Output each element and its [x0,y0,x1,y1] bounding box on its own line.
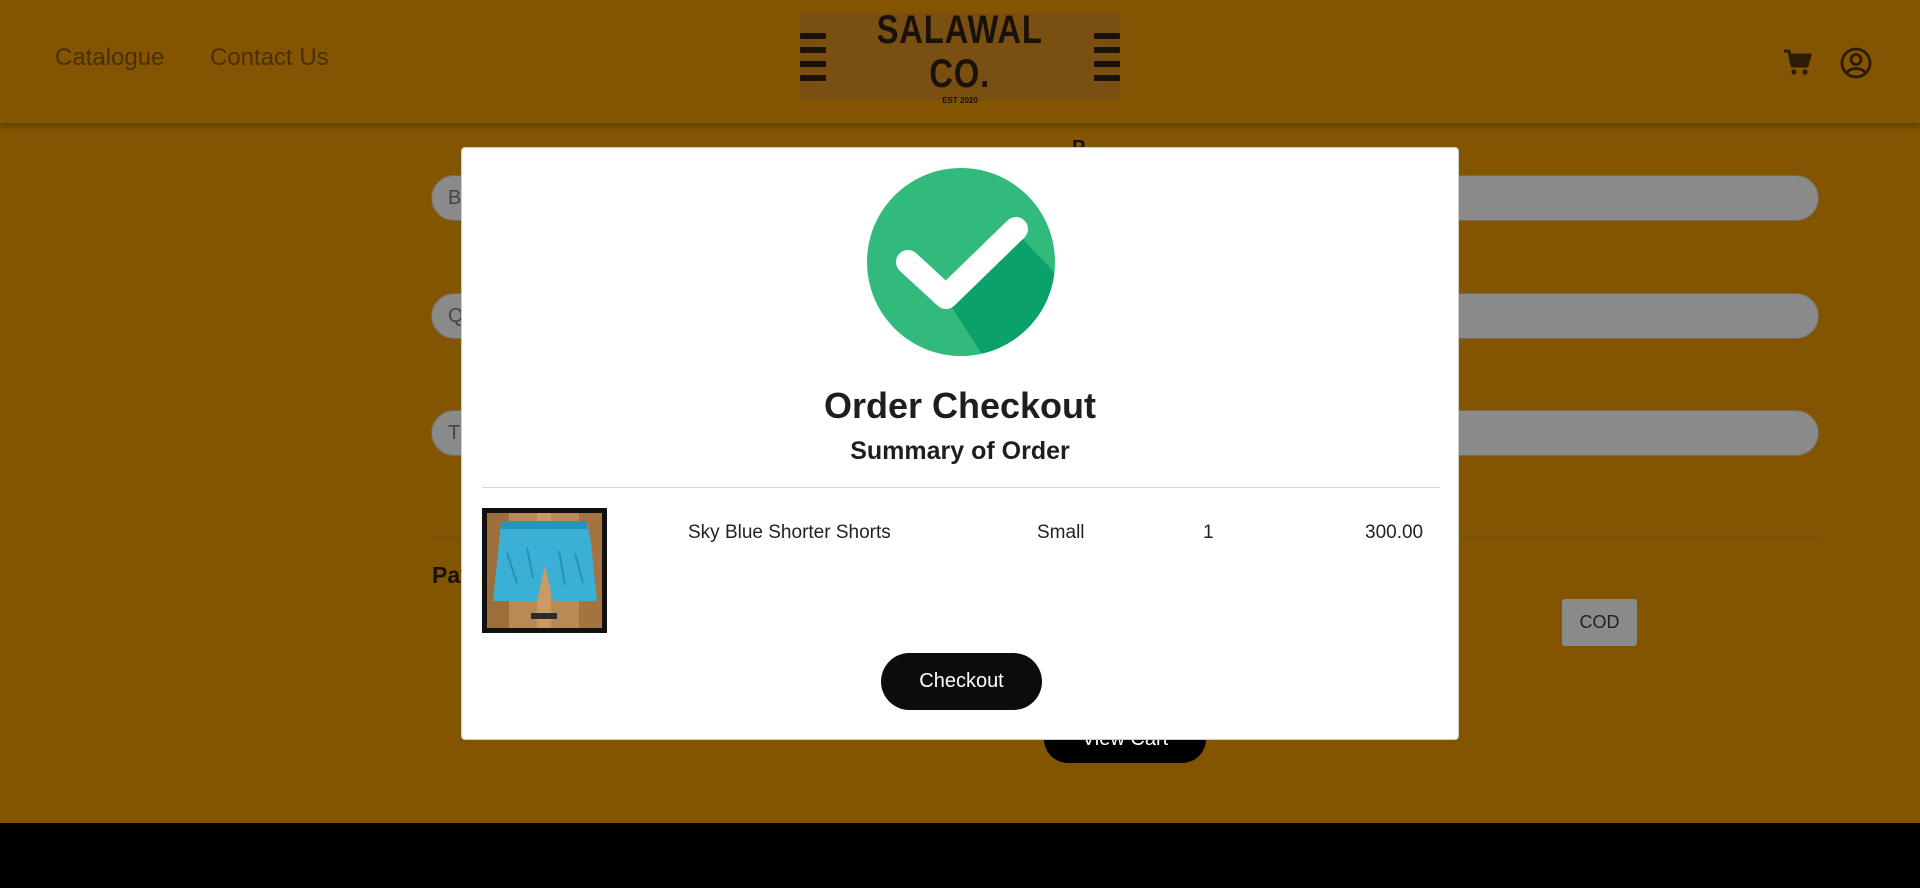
checkout-button[interactable]: Checkout [881,653,1042,710]
modal-title: Order Checkout [823,385,1097,426]
item-quantity: 1 [1203,522,1214,543]
success-check-icon [866,167,1056,362]
order-checkout-modal: Order Checkout Summary of Order Sky Blue… [461,147,1459,740]
item-name: Sky Blue Shorter Shorts [688,522,891,543]
modal-subtitle: Summary of Order [850,437,1070,465]
modal-divider [482,487,1440,488]
item-size: Small [1037,522,1085,543]
order-item-row: Sky Blue Shorter Shorts Small 1 300.00 [482,508,1440,634]
product-thumbnail [482,508,607,633]
site-footer [0,823,1920,888]
item-price: 300.00 [1365,522,1424,543]
